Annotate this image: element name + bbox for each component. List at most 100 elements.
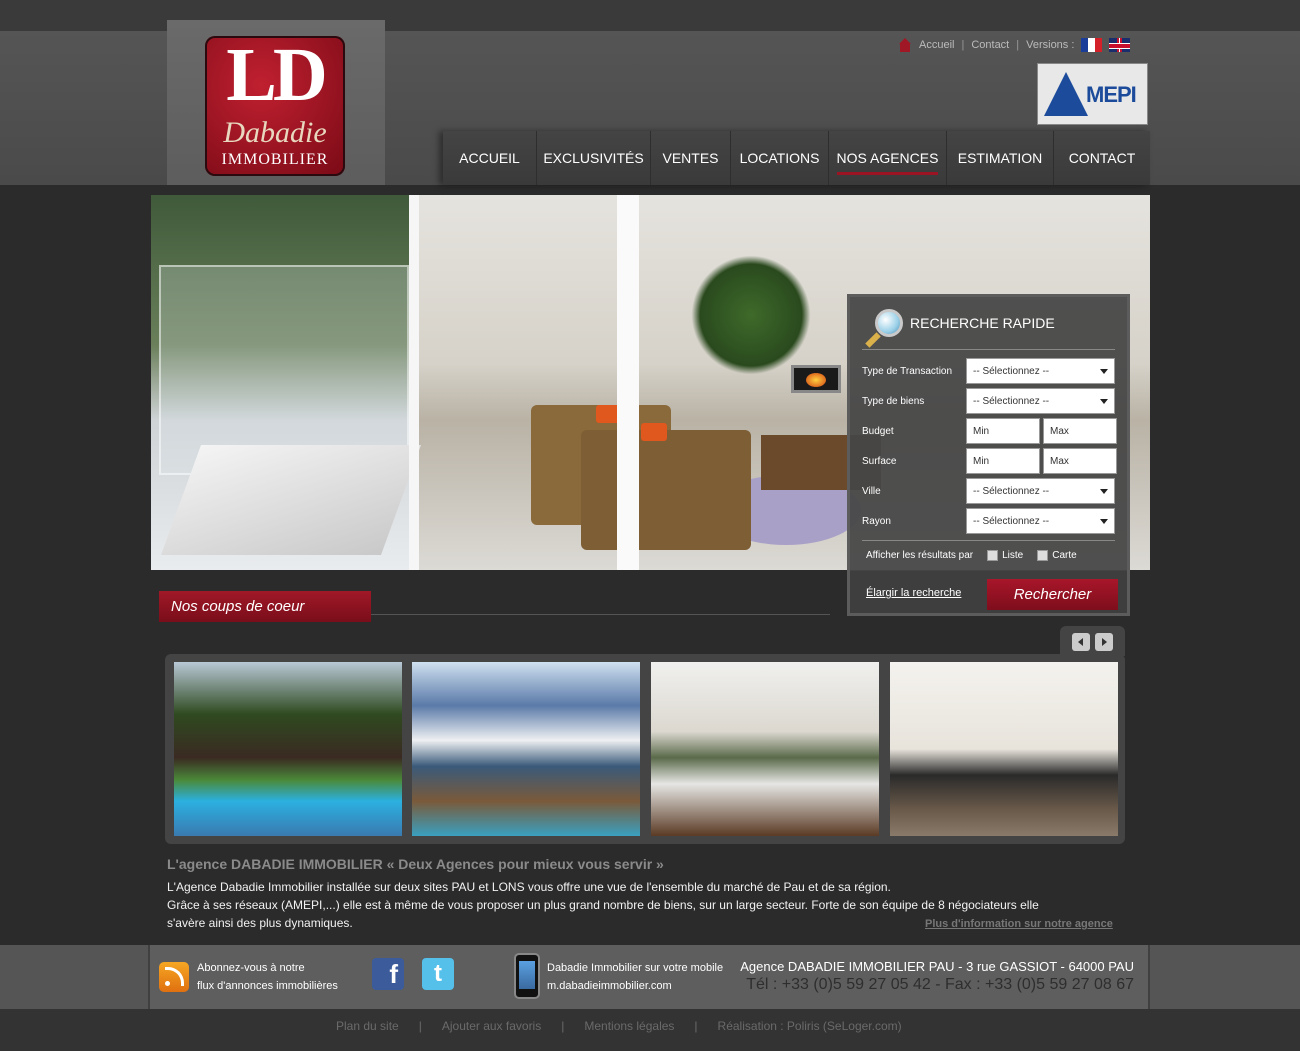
plant: [691, 255, 811, 375]
agency-line: L'Agence Dabadie Immobilier installée su…: [167, 880, 891, 894]
footer: Abonnez-vous à notre flux d'annonces imm…: [0, 945, 1300, 1009]
chevron-down-icon: [1100, 398, 1108, 404]
select-city[interactable]: -- Sélectionnez --: [966, 478, 1115, 504]
label-transaction: Type de Transaction: [862, 365, 953, 377]
link-legal[interactable]: Mentions légales: [584, 1019, 674, 1033]
nav-nos-agences[interactable]: NOS AGENCES: [829, 131, 947, 185]
chevron-down-icon: [1100, 518, 1108, 524]
agency-address: Agence DABADIE IMMOBILIER PAU - 3 rue GA…: [740, 959, 1134, 974]
rss-icon[interactable]: [159, 962, 189, 992]
agency-more-link[interactable]: Plus d'information sur notre agence: [925, 918, 1113, 930]
budget-max-input[interactable]: Max: [1043, 418, 1117, 444]
chevron-down-icon: [1100, 488, 1108, 494]
checkbox-map[interactable]: [1037, 550, 1049, 561]
label-budget: Budget: [862, 425, 894, 437]
link-credits[interactable]: Réalisation : Poliris (SeLoger.com): [718, 1019, 902, 1033]
logo-name: Dabadie: [223, 116, 327, 149]
separator: |: [961, 39, 965, 51]
rss-text[interactable]: Abonnez-vous à notre flux d'annonces imm…: [197, 959, 338, 995]
select-radius[interactable]: -- Sélectionnez --: [966, 508, 1115, 534]
glass-railing: [159, 265, 409, 475]
checkbox-list[interactable]: [987, 550, 999, 561]
row-budget: Budget Min Max: [862, 418, 1117, 444]
divider: [371, 614, 830, 615]
nav-accueil[interactable]: ACCUEIL: [443, 131, 537, 185]
logo-box[interactable]: LD Dabadie IMMOBILIER: [167, 20, 385, 185]
label-city: Ville: [862, 485, 881, 497]
door-frame: [617, 195, 639, 570]
link-favorites[interactable]: Ajouter aux favoris: [442, 1019, 541, 1033]
magnifier-icon: [863, 307, 907, 351]
featured-property-photo[interactable]: [890, 662, 1118, 836]
featured-property-photo[interactable]: [651, 662, 879, 836]
separator: |: [694, 1019, 698, 1033]
mobile-url: m.dabadieimmobilier.com: [547, 980, 672, 992]
mobile-line: Dabadie Immobilier sur votre mobile: [547, 962, 724, 974]
versions-label: Versions :: [1026, 39, 1075, 51]
row-radius: Rayon -- Sélectionnez --: [862, 508, 1117, 534]
link-sitemap[interactable]: Plan du site: [336, 1019, 399, 1033]
door-frame: [409, 195, 419, 570]
nav-locations[interactable]: LOCATIONS: [731, 131, 829, 185]
wicker-chair: [581, 430, 751, 550]
main-nav: ACCUEIL EXCLUSIVITÉS VENTES LOCATIONS NO…: [443, 131, 1150, 185]
rss-line: Abonnez-vous à notre: [197, 962, 305, 974]
footer-inner: Abonnez-vous à notre flux d'annonces imm…: [148, 945, 1150, 1009]
select-value: -- Sélectionnez --: [973, 515, 1050, 527]
row-city: Ville -- Sélectionnez --: [862, 478, 1117, 504]
link-contact[interactable]: Contact: [971, 39, 1009, 51]
surface-max-input[interactable]: Max: [1043, 448, 1117, 474]
fire-flame: [806, 373, 826, 387]
lounge-chair: [160, 445, 422, 555]
amepi-text: MEPI: [1086, 82, 1137, 107]
facebook-icon[interactable]: f: [372, 958, 404, 990]
logo-sub: IMMOBILIER: [221, 151, 329, 168]
featured-property-photo[interactable]: [174, 662, 402, 836]
bottom-links: Plan du site | Ajouter aux favoris | Men…: [336, 1019, 902, 1033]
carousel-controls: [1060, 626, 1125, 656]
bottom-bar: Plan du site | Ajouter aux favoris | Men…: [0, 1009, 1300, 1051]
pillow: [641, 423, 667, 441]
display-options: Afficher les résultats par Liste Carte: [866, 550, 1077, 561]
nav-contact[interactable]: CONTACT: [1054, 131, 1150, 185]
quick-search-panel: RECHERCHE RAPIDE Type de Transaction -- …: [847, 294, 1130, 616]
option-map-label: Carte: [1052, 550, 1077, 561]
search-title: RECHERCHE RAPIDE: [910, 315, 1055, 331]
featured-property-photo[interactable]: [412, 662, 640, 836]
nav-ventes[interactable]: VENTES: [651, 131, 731, 185]
nav-exclusivites[interactable]: EXCLUSIVITÉS: [537, 131, 651, 185]
featured-title: Nos coups de coeur: [159, 591, 371, 622]
label-radius: Rayon: [862, 515, 891, 527]
separator: |: [418, 1019, 422, 1033]
agency-heading: L'agence DABADIE IMMOBILIER « Deux Agenc…: [167, 856, 664, 872]
broaden-search-link[interactable]: Élargir la recherche: [866, 587, 961, 599]
home-icon[interactable]: [898, 38, 912, 52]
chevron-right-icon[interactable]: [1095, 633, 1113, 651]
surface-min-input[interactable]: Min: [966, 448, 1040, 474]
row-transaction: Type de Transaction -- Sélectionnez --: [862, 358, 1117, 384]
rss-line: flux d'annonces immobilières: [197, 980, 338, 992]
french-flag-icon[interactable]: [1081, 38, 1103, 52]
uk-flag-icon[interactable]: [1109, 38, 1131, 52]
budget-min-input[interactable]: Min: [966, 418, 1040, 444]
search-button[interactable]: Rechercher: [987, 579, 1118, 610]
select-transaction[interactable]: -- Sélectionnez --: [966, 358, 1115, 384]
featured-carousel: [165, 654, 1125, 844]
label-surface: Surface: [862, 455, 897, 467]
logo[interactable]: LD Dabadie IMMOBILIER: [205, 33, 345, 176]
nav-estimation[interactable]: ESTIMATION: [947, 131, 1054, 185]
amepi-logo[interactable]: MEPI: [1037, 63, 1148, 125]
select-property-type[interactable]: -- Sélectionnez --: [966, 388, 1115, 414]
mobile-text[interactable]: Dabadie Immobilier sur votre mobile m.da…: [547, 959, 723, 995]
chevron-left-icon[interactable]: [1072, 633, 1090, 651]
twitter-icon[interactable]: t: [422, 958, 454, 990]
chevron-down-icon: [1100, 368, 1108, 374]
row-property-type: Type de biens -- Sélectionnez --: [862, 388, 1117, 414]
link-accueil[interactable]: Accueil: [919, 39, 954, 51]
option-list-label: Liste: [1002, 550, 1024, 561]
smartphone-icon[interactable]: [514, 953, 540, 999]
select-value: -- Sélectionnez --: [973, 365, 1050, 377]
top-links: Accueil | Contact | Versions :: [898, 38, 1131, 52]
select-value: -- Sélectionnez --: [973, 395, 1050, 407]
agency-title: L'agence DABADIE IMMOBILIER: [167, 856, 383, 872]
